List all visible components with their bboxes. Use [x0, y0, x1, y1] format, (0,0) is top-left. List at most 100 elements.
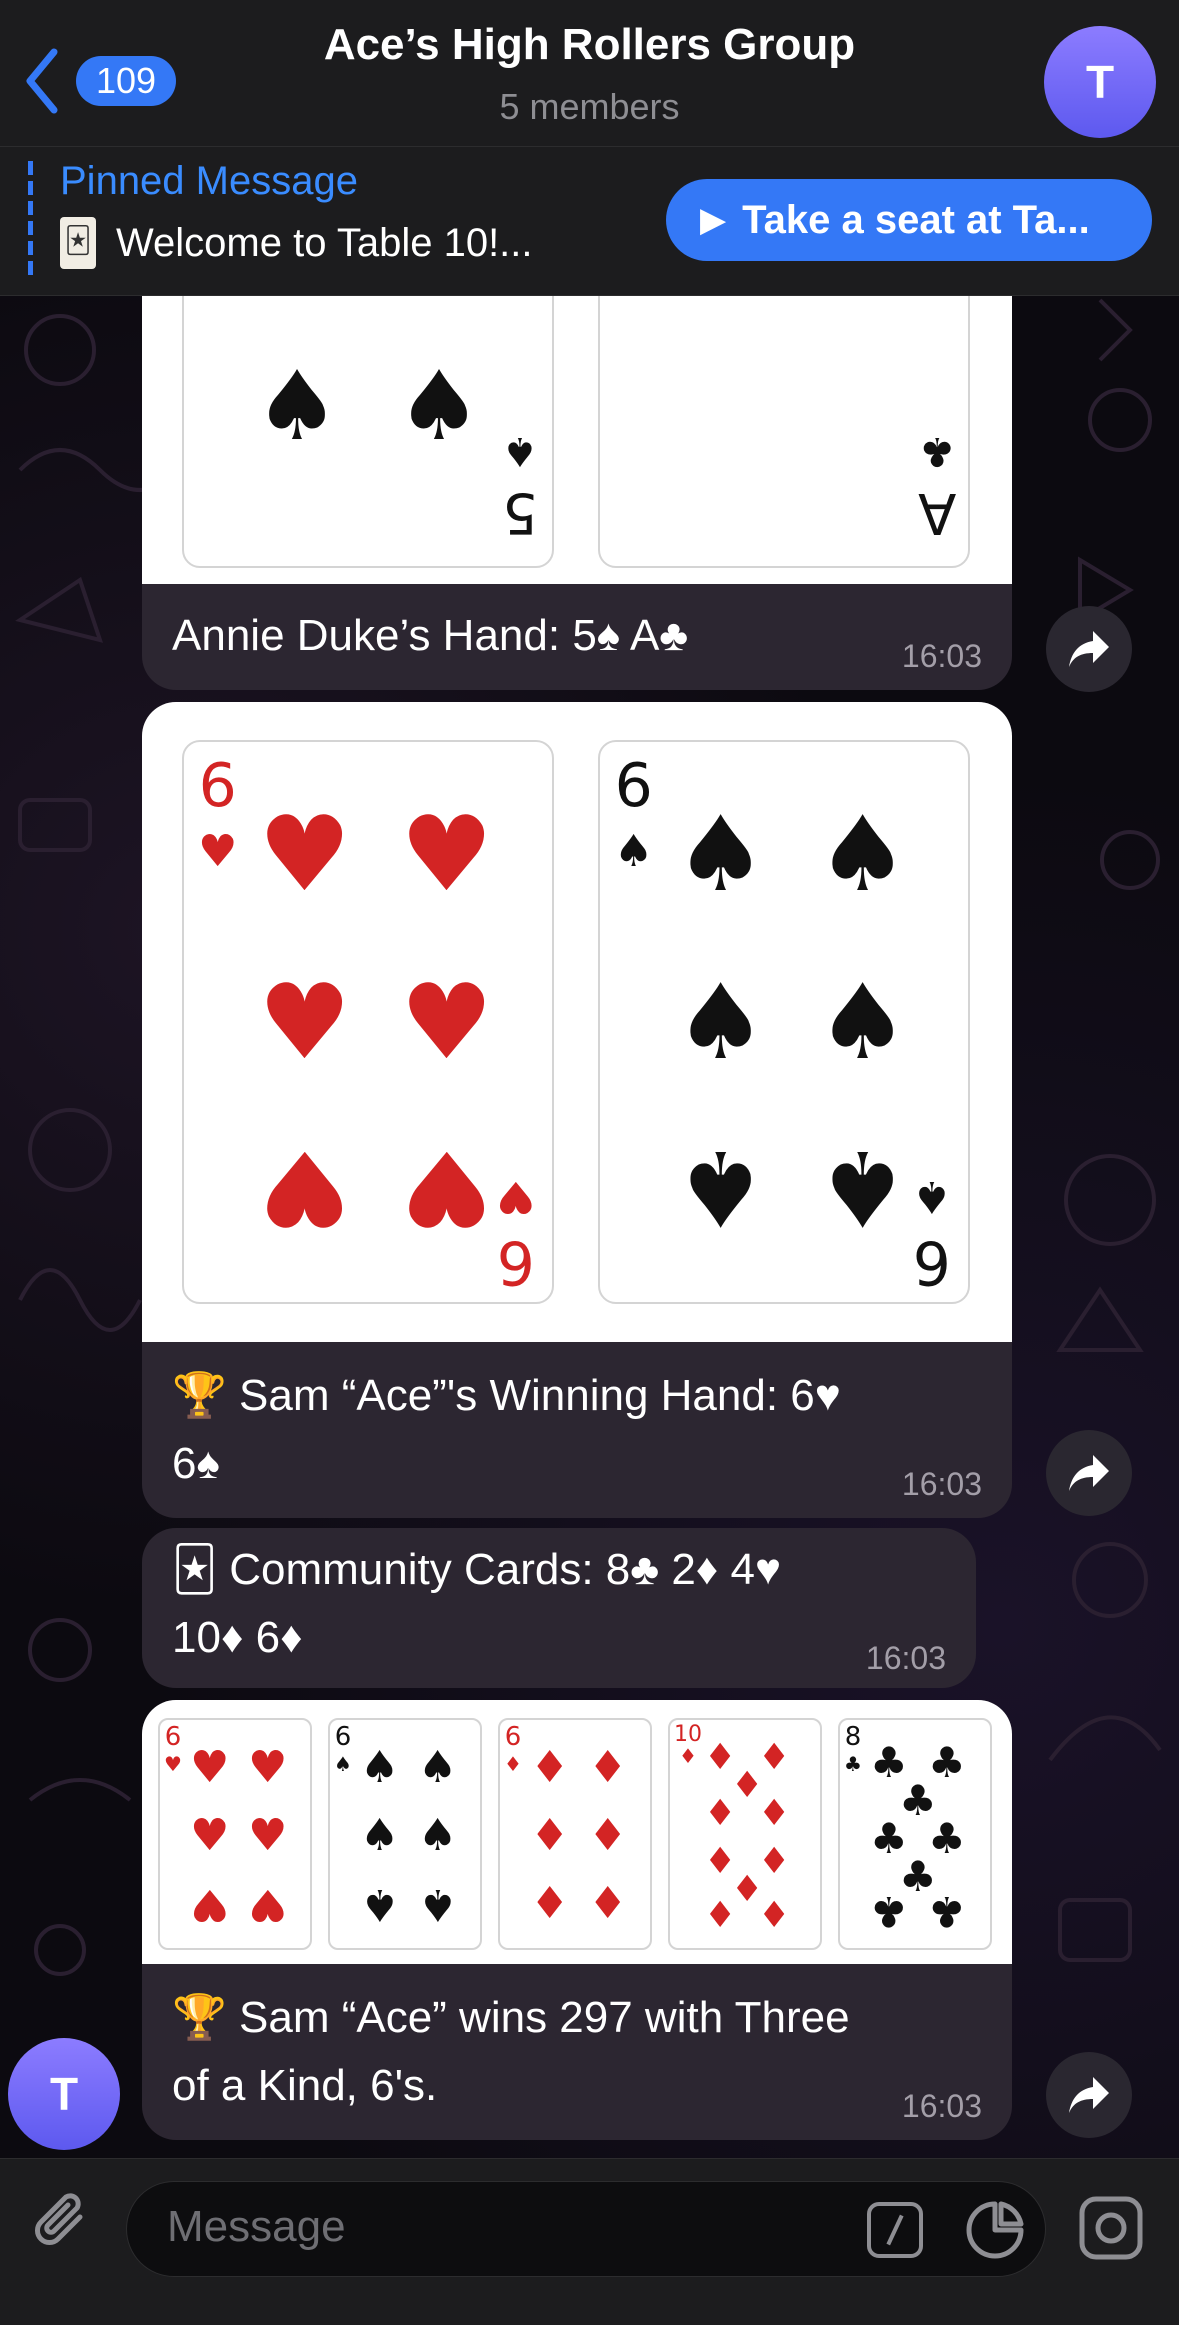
heart-pip: ♥ [190, 1810, 230, 1861]
heart-pip: ♥ [258, 793, 352, 915]
message-input[interactable]: Message [126, 2181, 1046, 2277]
message-time: 16:03 [901, 1466, 982, 1502]
take-seat-label: Take a seat at Ta... [742, 197, 1090, 242]
share-arrow-icon [1069, 631, 1109, 667]
heart-pip: ♥ [258, 961, 352, 1083]
play-icon: ▶ [700, 201, 727, 239]
sticker-icon[interactable] [963, 2198, 1027, 2262]
message-caption: 🃏 Community Cards: 8♣ 2♦ 4♥ 10♦ 6♦ [172, 1536, 781, 1672]
diamond-pip: ♦ [758, 1895, 791, 1936]
diamond-pip: ♦ [758, 1793, 791, 1834]
heart-pip: ♥ [190, 1742, 230, 1793]
spade-pip: ♠ [816, 1127, 910, 1249]
joker-card-icon: 🃏 [60, 217, 96, 269]
diamond-pip: ♦ [588, 1742, 628, 1793]
card-corner: 6 ♥ [496, 1171, 536, 1297]
message-caption: 🏆 Sam “Ace” wins 297 with Three of a Kin… [172, 1984, 850, 2120]
diamond-pip: ♦ [530, 1810, 570, 1861]
caption-line: 6♠ [172, 1439, 220, 1488]
share-arrow-icon [1069, 2077, 1109, 2113]
diamond-pip: ♦ [704, 1793, 737, 1834]
message-time: 16:03 [865, 1640, 946, 1676]
spade-pip: ♠ [360, 1742, 400, 1793]
heart-pip: ♥ [400, 793, 494, 915]
card-corner: 6 ♥ [198, 751, 238, 877]
spade-pip: ♠ [674, 793, 768, 915]
board-card: 6 ♠ ♠ ♠ ♠ ♠ ♠ ♠ [328, 1718, 482, 1950]
spade-pip: ♠ [396, 350, 483, 462]
message-time: 16:03 [901, 2088, 982, 2124]
caption-line: 🏆 Sam “Ace” wins 297 with Three [172, 1993, 850, 2042]
spade-pip: ♠ [418, 1742, 458, 1793]
board-card: 10 ♦ ♦ ♦ ♦ ♦ ♦ ♦ ♦ ♦ ♦ ♦ [668, 1718, 822, 1950]
chat-header: 109 Ace’s High Rollers Group 5 members T [0, 0, 1179, 147]
winning-hand-photo[interactable]: 6 ♥ ♥ ♥ ♥ ♥ ♥ ♥ 6 ♥ 6 ♠ ♠ ♠ ♠ ♠ ♠ ♠ 6 ♠ [142, 702, 1012, 1342]
spade-pip: ♠ [360, 1879, 400, 1930]
spade-pip: ♠ [816, 793, 910, 915]
camera-icon[interactable] [1076, 2193, 1146, 2263]
paperclip-icon[interactable] [28, 2189, 98, 2259]
club-pip: ♣ [928, 1887, 966, 1936]
message-annie-hand[interactable]: ♠ ♠ 5♠ ♣ A♣ Annie Duke’s Hand: 5♠ A♣ 16:… [142, 296, 1012, 690]
annie-hand-photo[interactable]: ♠ ♠ 5♠ ♣ A♣ [142, 296, 1012, 584]
heart-pip: ♥ [190, 1879, 230, 1930]
caption-line: 10♦ 6♦ [172, 1613, 303, 1662]
pinned-indicator [28, 161, 33, 281]
message-caption: Annie Duke’s Hand: 5♠ A♣ [172, 611, 689, 660]
heart-pip: ♥ [248, 1879, 288, 1930]
message-winning-hand[interactable]: 6 ♥ ♥ ♥ ♥ ♥ ♥ ♥ 6 ♥ 6 ♠ ♠ ♠ ♠ ♠ ♠ ♠ 6 ♠ 🏆 Sa… [142, 702, 1012, 1518]
board-card: 8 ♣ ♣ ♣ ♣ ♣ ♣ ♣ ♣ ♣ [838, 1718, 992, 1950]
group-avatar[interactable]: T [1044, 26, 1156, 138]
share-button[interactable] [1046, 606, 1132, 692]
sender-avatar[interactable]: T [8, 2038, 120, 2150]
message-caption: 🏆 Sam “Ace”'s Winning Hand: 6♥ 6♠ [172, 1362, 841, 1498]
diamond-pip: ♦ [530, 1878, 570, 1929]
diamond-pip: ♦ [588, 1810, 628, 1861]
spade-pip: ♠ [816, 961, 910, 1083]
diamond-pip: ♦ [704, 1895, 737, 1936]
take-seat-button[interactable]: ▶ Take a seat at Ta... [666, 179, 1152, 261]
spade-pip: ♠ [418, 1879, 458, 1930]
message-placeholder: Message [167, 2202, 346, 2251]
board-card: 6 ♥ ♥ ♥ ♥ ♥ ♥ ♥ [158, 1718, 312, 1950]
heart-pip: ♥ [258, 1127, 352, 1249]
pinned-message-bar[interactable]: Pinned Message 🃏 Welcome to Table 10!...… [0, 147, 1179, 296]
caption-line: 🏆 Sam “Ace”'s Winning Hand: 6♥ [172, 1371, 841, 1420]
heart-pip: ♥ [400, 961, 494, 1083]
share-arrow-icon [1069, 1455, 1109, 1491]
card-6-hearts: 6 ♥ ♥ ♥ ♥ ♥ ♥ ♥ 6 ♥ [182, 740, 554, 1304]
chat-title[interactable]: Ace’s High Rollers Group [0, 20, 1179, 70]
board-card: 6 ♦ ♦ ♦ ♦ ♦ ♦ ♦ [498, 1718, 652, 1950]
card-corner: 6 ♥ [164, 1722, 182, 1776]
commands-icon[interactable] [867, 2202, 923, 2258]
diamond-pip: ♦ [530, 1742, 570, 1793]
pinned-label: Pinned Message [60, 159, 358, 203]
spade-pip: ♠ [674, 1127, 768, 1249]
card-a-clubs: ♣ A♣ [598, 296, 970, 568]
heart-pip: ♥ [248, 1742, 288, 1793]
caption-line: 🃏 Community Cards: 8♣ 2♦ 4♥ [172, 1545, 782, 1594]
board-cards-photo[interactable]: 6 ♥ ♥ ♥ ♥ ♥ ♥ ♥ 6 ♠ ♠ ♠ ♠ ♠ ♠ ♠ 6 ♦ ♦ ♦ ♦ ♦… [142, 1700, 1012, 1964]
heart-pip: ♥ [248, 1810, 288, 1861]
message-community-cards[interactable]: 🃏 Community Cards: 8♣ 2♦ 4♥ 10♦ 6♦ 16:03 [142, 1528, 976, 1688]
caption-line: of a Kind, 6's. [172, 2061, 438, 2110]
card-corner: 10 ♦ [674, 1722, 702, 1768]
card-corner: 6 ♠ [334, 1722, 352, 1776]
message-winner[interactable]: 6 ♥ ♥ ♥ ♥ ♥ ♥ ♥ 6 ♠ ♠ ♠ ♠ ♠ ♠ ♠ 6 ♦ ♦ ♦ ♦ ♦… [142, 1700, 1012, 2140]
member-count: 5 members [499, 86, 680, 127]
spade-pip: ♠ [418, 1810, 458, 1861]
card-corner: 8 ♣ [844, 1722, 862, 1776]
card-corner: 6 ♠ [614, 751, 654, 877]
heart-pip: ♥ [400, 1127, 494, 1249]
diamond-pip: ♦ [588, 1878, 628, 1929]
club-pip: ♣ [870, 1887, 908, 1936]
card-5-spades: ♠ ♠ 5 ♠ [182, 296, 554, 568]
card-6-spades: 6 ♠ ♠ ♠ ♠ ♠ ♠ ♠ 6 ♠ [598, 740, 970, 1304]
card-corner: 6 ♦ [504, 1722, 522, 1776]
share-button[interactable] [1046, 2052, 1132, 2138]
message-input-bar: Message [0, 2158, 1179, 2325]
spade-pip: ♠ [674, 961, 768, 1083]
card-corner: 5 ♠ [502, 428, 538, 545]
share-button[interactable] [1046, 1430, 1132, 1516]
spade-pip: ♠ [254, 350, 341, 462]
